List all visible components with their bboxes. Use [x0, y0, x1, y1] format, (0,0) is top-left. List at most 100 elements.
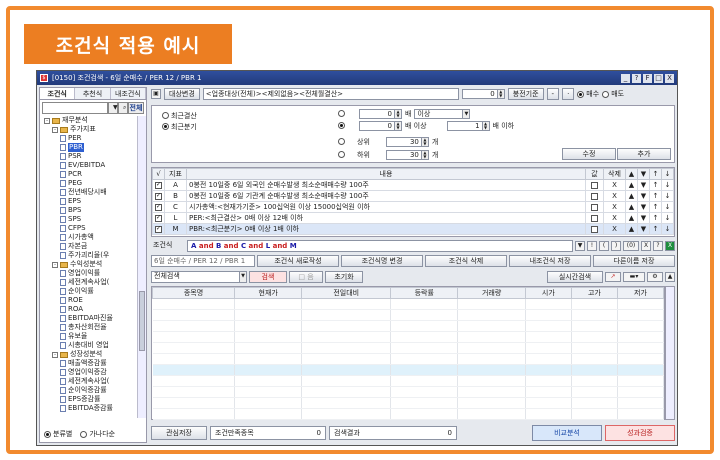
tree-node[interactable]: CFPS	[40, 224, 136, 233]
move-bottom-icon[interactable]: ↓	[661, 212, 674, 224]
font-button[interactable]: F	[643, 73, 652, 83]
add-button[interactable]: 추가	[617, 148, 671, 160]
radio-alphabetical[interactable]: 가나다순	[80, 429, 115, 439]
condition-row[interactable]: B0봉전 10일중 6일 기관계 순매수발생 최소순매매수량 100주 X▲▼↑↓	[152, 190, 674, 202]
period-recent[interactable]: 최근결산	[162, 110, 197, 121]
tree-node[interactable]: 순이익률	[40, 287, 136, 296]
row-checkbox[interactable]	[152, 201, 165, 213]
results-scrollbar[interactable]	[665, 286, 675, 420]
result-row[interactable]	[152, 397, 665, 409]
tree-node[interactable]: 세전계속사업(	[40, 278, 136, 287]
expression-input[interactable]: A and B and C and L and M	[187, 239, 573, 252]
tree-node[interactable]: - 재무분석	[40, 116, 136, 125]
result-row[interactable]	[152, 298, 665, 310]
cond-row-bottom-stepper[interactable]: 30 ▲ ▼	[385, 149, 429, 160]
dot-button[interactable]: ·	[562, 88, 575, 100]
tree-node[interactable]: PSR	[40, 152, 136, 161]
tree-node[interactable]: - 수익성분석	[40, 260, 136, 269]
stepper-arrows-icon[interactable]: ▲ ▼	[394, 121, 401, 130]
move-bottom-icon[interactable]: ↓	[661, 190, 674, 202]
move-up-icon[interactable]: ▲	[625, 201, 638, 213]
row-delete-button[interactable]: X	[603, 212, 626, 224]
move-down-icon[interactable]: ▼	[637, 190, 650, 202]
move-top-icon[interactable]: ↑	[649, 223, 662, 235]
delete-formula-button[interactable]: 조건식 삭제	[425, 254, 507, 267]
result-row[interactable]	[152, 364, 665, 376]
result-row[interactable]	[152, 320, 665, 332]
expr-open-paren-button[interactable]: (	[599, 240, 609, 251]
expr-help-button[interactable]: ?	[653, 240, 663, 251]
move-up-icon[interactable]: ▲	[625, 190, 638, 202]
stepper-arrows-icon[interactable]: ▲ ▼	[496, 90, 504, 98]
tree-node[interactable]: 전년배당시배	[40, 188, 136, 197]
period-quarter[interactable]: 최근분기	[162, 121, 197, 132]
tree-node[interactable]: PEG	[40, 179, 136, 188]
move-down-icon[interactable]: ▼	[637, 179, 650, 191]
move-top-icon[interactable]: ↑	[649, 201, 662, 213]
stepper-arrows-icon[interactable]: ▲ ▼	[481, 121, 489, 130]
gear-icon[interactable]: ⚙	[647, 272, 663, 282]
collapse-icon[interactable]: -	[52, 126, 58, 133]
watchlist-save-button[interactable]: 관심저장	[151, 426, 207, 440]
row-delete-button[interactable]: X	[603, 223, 626, 235]
move-top-icon[interactable]: ↑	[649, 212, 662, 224]
expr-dropdown-button[interactable]: ▼	[575, 240, 585, 251]
result-row[interactable]	[152, 375, 665, 387]
tree-node[interactable]: PCR	[40, 170, 136, 179]
tree-node[interactable]: 자본금	[40, 242, 136, 251]
result-row[interactable]	[152, 386, 665, 398]
maximize-button[interactable]: □	[654, 73, 663, 83]
new-formula-button[interactable]: 조건식 새로작성	[257, 254, 339, 267]
search-button[interactable]: 검색	[249, 271, 287, 283]
tree-node[interactable]: SPS	[40, 215, 136, 224]
tree-node[interactable]: 매출액증감률	[40, 359, 136, 368]
close-button[interactable]: X	[665, 73, 674, 83]
cond-row-2-stepper-max[interactable]: 1 ▲ ▼	[446, 120, 490, 131]
collapse-icon[interactable]: -	[52, 351, 58, 358]
move-up-icon[interactable]: ▲	[625, 212, 638, 224]
left-search-all-button[interactable]: 전체	[128, 102, 144, 114]
tab-recommended[interactable]: 추천식	[75, 88, 111, 99]
stepper-arrows-icon[interactable]: ▲ ▼	[394, 109, 401, 118]
tree-node[interactable]: - 성장성분석	[40, 350, 136, 359]
row-delete-button[interactable]: X	[603, 190, 626, 202]
tree-node[interactable]: EV/EBITDA	[40, 161, 136, 170]
bar-basis-button[interactable]: 봉전기준	[507, 88, 544, 100]
edit-button[interactable]: 수정	[562, 148, 616, 160]
left-search-input[interactable]	[42, 102, 108, 114]
row-value-checkbox[interactable]	[585, 201, 604, 213]
row-value-checkbox[interactable]	[585, 179, 604, 191]
left-search-dropdown[interactable]: ▼	[108, 102, 118, 114]
expr-group-button[interactable]: (0)	[623, 240, 639, 251]
tab-conditions[interactable]: 조건식	[40, 88, 76, 99]
radio-sell[interactable]: 매도	[602, 89, 624, 99]
cond-row-1-stepper[interactable]: 0 ▲ ▼	[359, 108, 402, 119]
collapse-icon[interactable]: -	[44, 117, 50, 124]
tree-node[interactable]: EPS	[40, 197, 136, 206]
tree-node[interactable]: 영업이익률	[40, 269, 136, 278]
radio-buy[interactable]: 매수	[577, 89, 599, 99]
save-my-formula-button[interactable]: 내조건식 저장	[509, 254, 591, 267]
tree-node[interactable]: EBITDA증감률	[40, 404, 136, 413]
result-row[interactable]	[152, 342, 665, 354]
row-delete-button[interactable]: X	[603, 201, 626, 213]
reset-button[interactable]: 초기화	[325, 271, 363, 283]
move-top-icon[interactable]: ↑	[649, 179, 662, 191]
row-checkbox[interactable]	[152, 223, 165, 235]
result-row[interactable]	[152, 408, 665, 420]
row-delete-button[interactable]: X	[603, 179, 626, 191]
move-bottom-icon[interactable]: ↓	[661, 223, 674, 235]
bar-offset-stepper[interactable]: 0 ▲ ▼	[461, 89, 505, 99]
tree-node[interactable]: 순이익증감률	[40, 386, 136, 395]
expr-clear-button[interactable]: X	[641, 240, 651, 251]
tree-node[interactable]: 시가총액	[40, 233, 136, 242]
tree-node[interactable]: PER	[40, 134, 136, 143]
tree-node[interactable]: 총자산회전율	[40, 323, 136, 332]
expr-close-paren-button[interactable]: )	[611, 240, 621, 251]
rename-formula-button[interactable]: 조건식명 변경	[341, 254, 423, 267]
move-up-icon[interactable]: ▲	[625, 179, 638, 191]
condition-row[interactable]: A0봉전 10일중 6일 외국인 순매수발생 최소순매매수량 100주 X▲▼↑↓	[152, 179, 674, 191]
list-button[interactable]: □ 음	[289, 271, 323, 283]
search-scope-dropdown[interactable]: 전체검색 ▼	[151, 271, 247, 283]
condition-row[interactable]: MPBR:<최근분기> 0배 이상 1배 이하 X▲▼↑↓	[152, 223, 674, 235]
